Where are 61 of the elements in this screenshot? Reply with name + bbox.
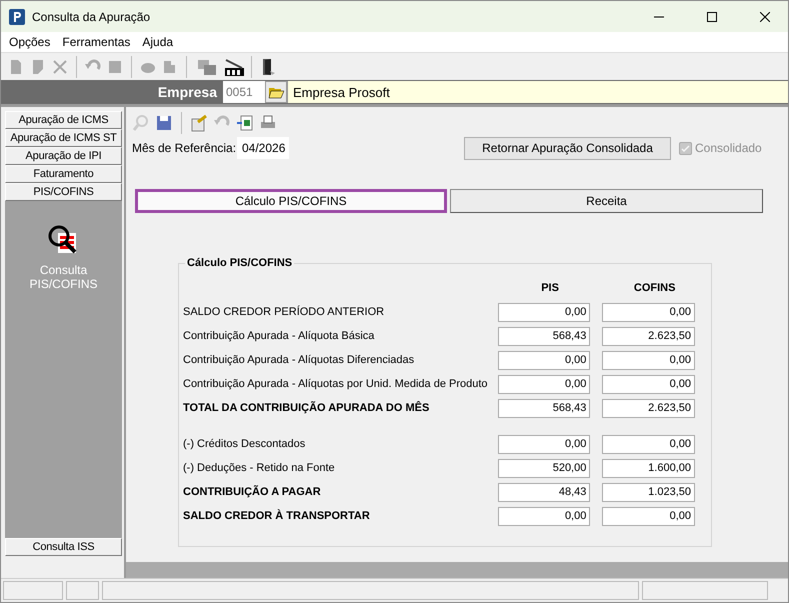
return-consolidated-button[interactable]: Retornar Apuração Consolidada [464,136,671,160]
sidebar-item[interactable]: Faturamento [5,165,122,183]
cofins-value-field[interactable]: 0,00 [602,434,695,454]
reference-month-label: Mês de Referência: [132,141,237,155]
reference-month-field[interactable]: 04/2026 [237,137,289,159]
consolidated-label: Consolidado [695,141,762,155]
menu-item[interactable]: Opções [3,35,56,49]
folder-icon [268,85,284,99]
row-label: Contribuição Apurada - Alíquota Básica [183,330,376,342]
cofins-value-field[interactable]: 0,00 [602,302,695,322]
pis-value-field[interactable]: 568,43 [498,326,590,346]
row-label: (-) Deduções - Retido na Fonte [183,462,336,474]
sidebar-item[interactable]: PIS/COFINS [5,183,122,201]
company-label: Empresa [156,84,218,100]
spreadsheet-export-icon[interactable] [236,114,254,132]
pis-value-field[interactable]: 0,00 [498,350,590,370]
column-header: PIS [540,282,560,294]
sidebar-item[interactable]: Apuração de IPI [5,147,122,165]
company-name-field[interactable]: Empresa Prosoft [287,81,788,103]
row-label: Contribuição Apurada - Alíquotas por Unid. Medida de Produto [183,378,489,390]
tab[interactable]: Receita [450,189,763,213]
column-header: COFINS [632,282,676,294]
cofins-value-field[interactable]: 0,00 [602,350,695,370]
sidebar-item[interactable]: Apuração de ICMS ST [5,129,122,147]
cofins-value-field[interactable]: 1.023,50 [602,482,695,502]
row-label: CONTRIBUIÇÃO A PAGAR [183,486,322,498]
pis-value-field[interactable]: 0,00 [498,506,590,526]
row-label: TOTAL DA CONTRIBUIÇÃO APURADA DO MÊS [183,402,430,414]
pis-value-field[interactable]: 0,00 [498,302,590,322]
tab[interactable]: Cálculo PIS/COFINS [135,189,447,213]
cofins-value-field[interactable]: 0,00 [602,374,695,394]
status-bar-panel [66,581,99,600]
delete-icon[interactable] [51,58,69,76]
app-logo-icon [9,8,25,24]
save-icon[interactable] [155,114,173,132]
pis-value-field[interactable]: 520,00 [498,458,590,478]
cofins-value-field[interactable]: 2.623,50 [602,398,695,418]
pis-value-field[interactable]: 568,43 [498,398,590,418]
company-code-field[interactable]: 0051 [223,81,265,103]
status-bar-panel [3,581,63,600]
window-title: Consulta da Apuração [32,10,152,24]
open-folder-button[interactable] [265,81,287,103]
group-title: Cálculo PIS/COFINS [185,257,294,269]
row-label: (-) Créditos Descontados [183,438,306,450]
menu-item[interactable]: Ferramentas [56,35,136,49]
shortcut-label: Consulta PIS/COFINS [28,263,98,291]
edit-form-icon[interactable] [190,114,208,132]
pis-value-field[interactable]: 48,43 [498,482,590,502]
cofins-value-field[interactable]: 1.600,00 [602,458,695,478]
maximize-icon[interactable] [707,12,717,22]
sidebar-item[interactable]: Consulta ISS [5,538,122,556]
cofins-value-field[interactable]: 0,00 [602,506,695,526]
row-label: Contribuição Apurada - Alíquotas Diferenciadas [183,354,416,366]
cofins-value-field[interactable]: 2.623,50 [602,326,695,346]
close-icon[interactable] [760,12,770,22]
row-label: SALDO CREDOR PERÍODO ANTERIOR [183,306,386,318]
pis-value-field[interactable]: 0,00 [498,374,590,394]
sidebar-item[interactable]: Apuração de ICMS [5,111,122,129]
menu-item[interactable]: Ajuda [136,35,180,49]
pis-value-field[interactable]: 0,00 [498,434,590,454]
row-label: SALDO CREDOR À TRANSPORTAR [183,510,371,522]
